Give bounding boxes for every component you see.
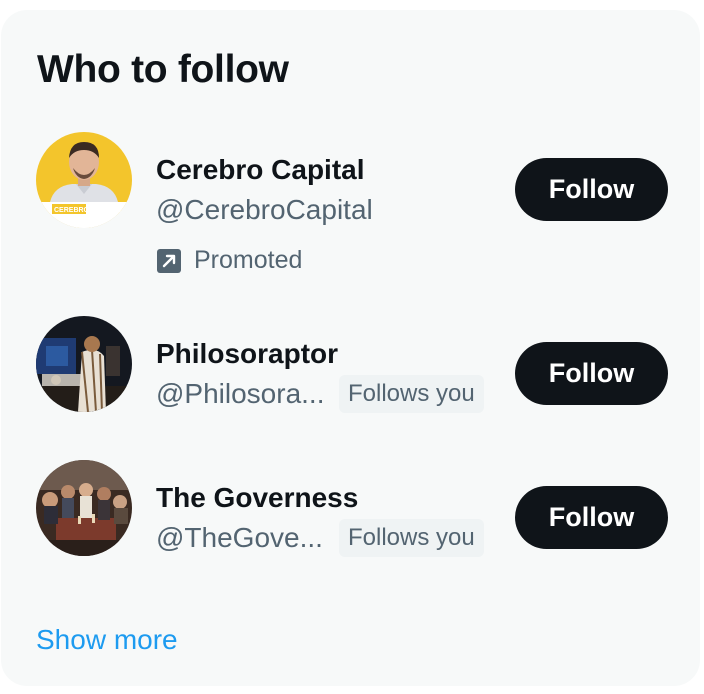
follow-button[interactable]: Follow <box>515 486 668 549</box>
avatar-image <box>36 316 132 412</box>
promoted-icon <box>156 248 182 274</box>
account-name[interactable]: Philosoraptor <box>156 338 338 370</box>
who-to-follow-panel: Who to follow CEREBRO CAPITAL Cerebro Ca… <box>1 10 700 686</box>
avatar[interactable]: CEREBRO CAPITAL <box>36 132 132 228</box>
promoted-label: Promoted <box>194 246 303 274</box>
account-handle[interactable]: @TheGove... <box>156 522 323 554</box>
panel-title: Who to follow <box>37 48 289 91</box>
avatar[interactable] <box>36 316 132 412</box>
account-name[interactable]: The Governess <box>156 482 358 514</box>
list-item-philosoraptor[interactable]: Philosoraptor @Philosora... Follows you … <box>1 316 700 446</box>
list-item-the-governess[interactable]: The Governess @TheGove... Follows you Fo… <box>1 460 700 590</box>
follow-button[interactable]: Follow <box>515 158 668 221</box>
follows-you-badge: Follows you <box>339 519 484 557</box>
follows-you-badge: Follows you <box>339 375 484 413</box>
avatar[interactable] <box>36 460 132 556</box>
avatar-image: CEREBRO CAPITAL <box>36 132 132 228</box>
avatar-logo-text: CEREBRO CAPITAL <box>54 207 121 214</box>
show-more-link[interactable]: Show more <box>36 624 178 656</box>
promoted-indicator: Promoted <box>156 246 302 275</box>
avatar-image <box>36 460 132 556</box>
account-handle[interactable]: @CerebroCapital <box>156 194 373 226</box>
account-name[interactable]: Cerebro Capital <box>156 154 365 186</box>
list-item-cerebro-capital[interactable]: CEREBRO CAPITAL Cerebro Capital @Cerebro… <box>1 130 700 274</box>
follow-button[interactable]: Follow <box>515 342 668 405</box>
account-handle[interactable]: @Philosora... <box>156 378 325 410</box>
